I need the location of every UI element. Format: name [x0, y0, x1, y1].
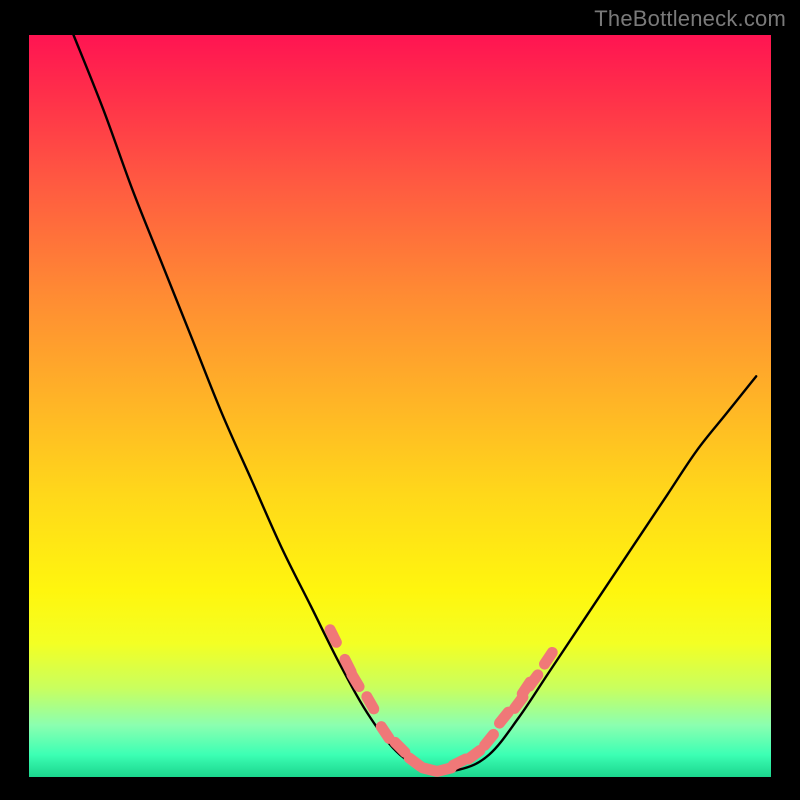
highlight-marker — [485, 734, 494, 745]
marker-group — [330, 630, 552, 772]
highlight-marker — [352, 675, 359, 687]
bottleneck-chart-svg — [29, 35, 771, 777]
highlight-marker — [545, 652, 553, 664]
curve-group — [74, 35, 757, 772]
highlight-marker — [367, 697, 374, 709]
highlight-marker — [469, 751, 480, 759]
highlight-marker — [395, 742, 405, 752]
watermark-text: TheBottleneck.com — [594, 6, 786, 32]
highlight-marker — [529, 675, 537, 686]
highlight-marker — [330, 630, 336, 643]
highlight-marker — [381, 727, 389, 739]
chart-plot-area — [29, 35, 771, 777]
highlight-marker — [500, 712, 509, 723]
bottleneck-curve — [74, 35, 757, 772]
